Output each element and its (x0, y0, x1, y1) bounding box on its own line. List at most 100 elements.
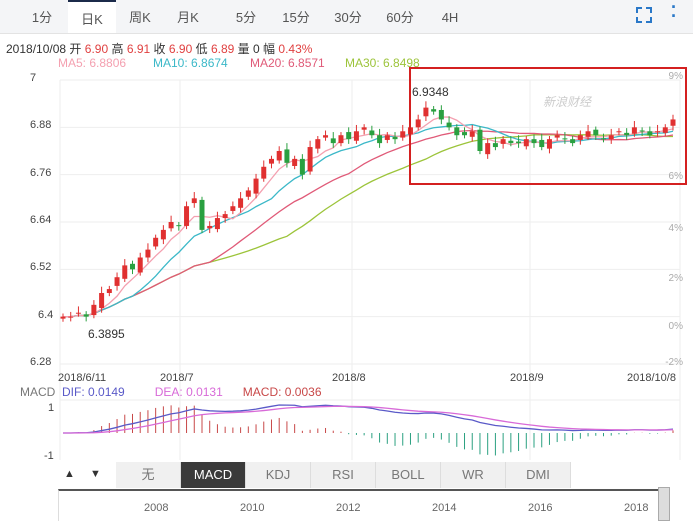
candle-body (346, 132, 352, 140)
candle-body (168, 222, 174, 229)
y-tick: 7 (30, 72, 37, 84)
candle-body (423, 107, 429, 117)
candle-body (415, 119, 421, 128)
indicator-4[interactable]: BOLL (376, 462, 441, 488)
candle-body (60, 316, 66, 319)
candle-body (601, 138, 607, 140)
watermark: 新浪财经 (543, 95, 592, 109)
candle-body (469, 131, 475, 137)
candle-body (361, 127, 367, 130)
candle-body (585, 131, 591, 137)
candle-body (516, 141, 522, 144)
macd-legend: MACD DIF: 0.0149 DEA: 0.0131 MACD: 0.003… (20, 385, 322, 399)
candle-body (106, 289, 112, 293)
x-tick: 2018/10/8 (627, 372, 676, 384)
nav-year: 2018 (624, 502, 649, 514)
candle-body (276, 151, 282, 161)
candle-body (662, 127, 668, 133)
candle-body (446, 122, 452, 128)
candle-body (670, 119, 676, 126)
candle-body (238, 198, 244, 208)
candle-body (655, 131, 661, 133)
candle-body (492, 143, 498, 148)
x-tick: 2018/9 (510, 372, 544, 384)
candle-body (207, 225, 213, 229)
max-annotation: 6.9348 (412, 85, 449, 99)
candle-body (546, 139, 552, 149)
candle-body (91, 304, 97, 316)
down-arrow-button[interactable]: ▼ (90, 468, 101, 480)
indicator-2[interactable]: KDJ (246, 462, 311, 488)
pct-tick: 0% (668, 321, 683, 332)
candle-body (299, 158, 305, 175)
candle-body (631, 127, 637, 134)
candle-body (577, 135, 583, 140)
candle-body (523, 139, 529, 147)
candle-body (438, 109, 444, 120)
x-tick: 2018/8 (332, 372, 366, 384)
candle-body (245, 190, 251, 197)
pct-tick: 6% (668, 171, 683, 182)
candle-body (570, 139, 576, 144)
indicator-1[interactable]: MACD (181, 462, 246, 488)
candle-body (214, 218, 220, 230)
candle-body (554, 135, 560, 138)
candle-body (539, 139, 545, 148)
candle-body (353, 131, 359, 141)
candle-body (485, 143, 491, 155)
candle-body (323, 135, 329, 138)
candle-body (562, 138, 568, 140)
indicator-3[interactable]: RSI (311, 462, 376, 488)
dea-line (63, 405, 674, 434)
candle-body (454, 127, 460, 136)
nav-year: 2012 (336, 502, 361, 514)
candle-body (384, 135, 390, 140)
candle-body (129, 263, 135, 270)
candle-body (462, 132, 468, 136)
pct-tick: 9% (668, 71, 683, 82)
candle-body (222, 214, 228, 219)
nav-year: 2010 (240, 502, 265, 514)
y-tick: 6.52 (30, 261, 52, 274)
candle-body (199, 199, 205, 230)
nav-year: 2014 (432, 502, 457, 514)
candle-body (608, 135, 614, 140)
candle-body (639, 130, 645, 132)
candle-body (508, 140, 514, 144)
navigator-handle[interactable] (658, 487, 670, 521)
y-tick: 6.76 (30, 166, 52, 179)
macd-tick: -1 (44, 450, 54, 462)
ma20-line (63, 129, 674, 318)
candle-body (292, 158, 298, 166)
min-annotation: 6.3895 (88, 327, 125, 341)
candle-body (68, 316, 74, 318)
up-arrow-button[interactable]: ▲ (64, 468, 75, 480)
candle-body (114, 277, 120, 286)
candle-body (284, 149, 290, 163)
price-chart[interactable] (0, 0, 693, 522)
indicator-0[interactable]: 无 (116, 462, 181, 488)
candle-body (647, 131, 653, 136)
arrow-controls: ▲ ▼ (60, 462, 114, 488)
candle-body (624, 132, 630, 136)
candle-body (477, 129, 483, 151)
candle-body (153, 237, 159, 247)
candle-body (184, 206, 190, 226)
nav-year: 2008 (144, 502, 169, 514)
y-tick: 6.64 (30, 214, 52, 226)
x-tick: 2018/7 (160, 372, 194, 384)
candle-body (315, 139, 321, 149)
nav-year: 2016 (528, 502, 553, 514)
pct-tick: 4% (668, 223, 683, 234)
candle-body (137, 257, 143, 273)
y-tick: 6.28 (30, 356, 52, 368)
candle-body (369, 130, 375, 136)
candle-body (75, 312, 81, 314)
indicator-6[interactable]: DMI (506, 462, 571, 488)
candle-body (122, 265, 128, 279)
candle-body (330, 138, 336, 144)
candle-body (99, 293, 105, 308)
candle-body (268, 158, 274, 164)
indicator-5[interactable]: WR (441, 462, 506, 488)
candle-body (500, 139, 506, 144)
